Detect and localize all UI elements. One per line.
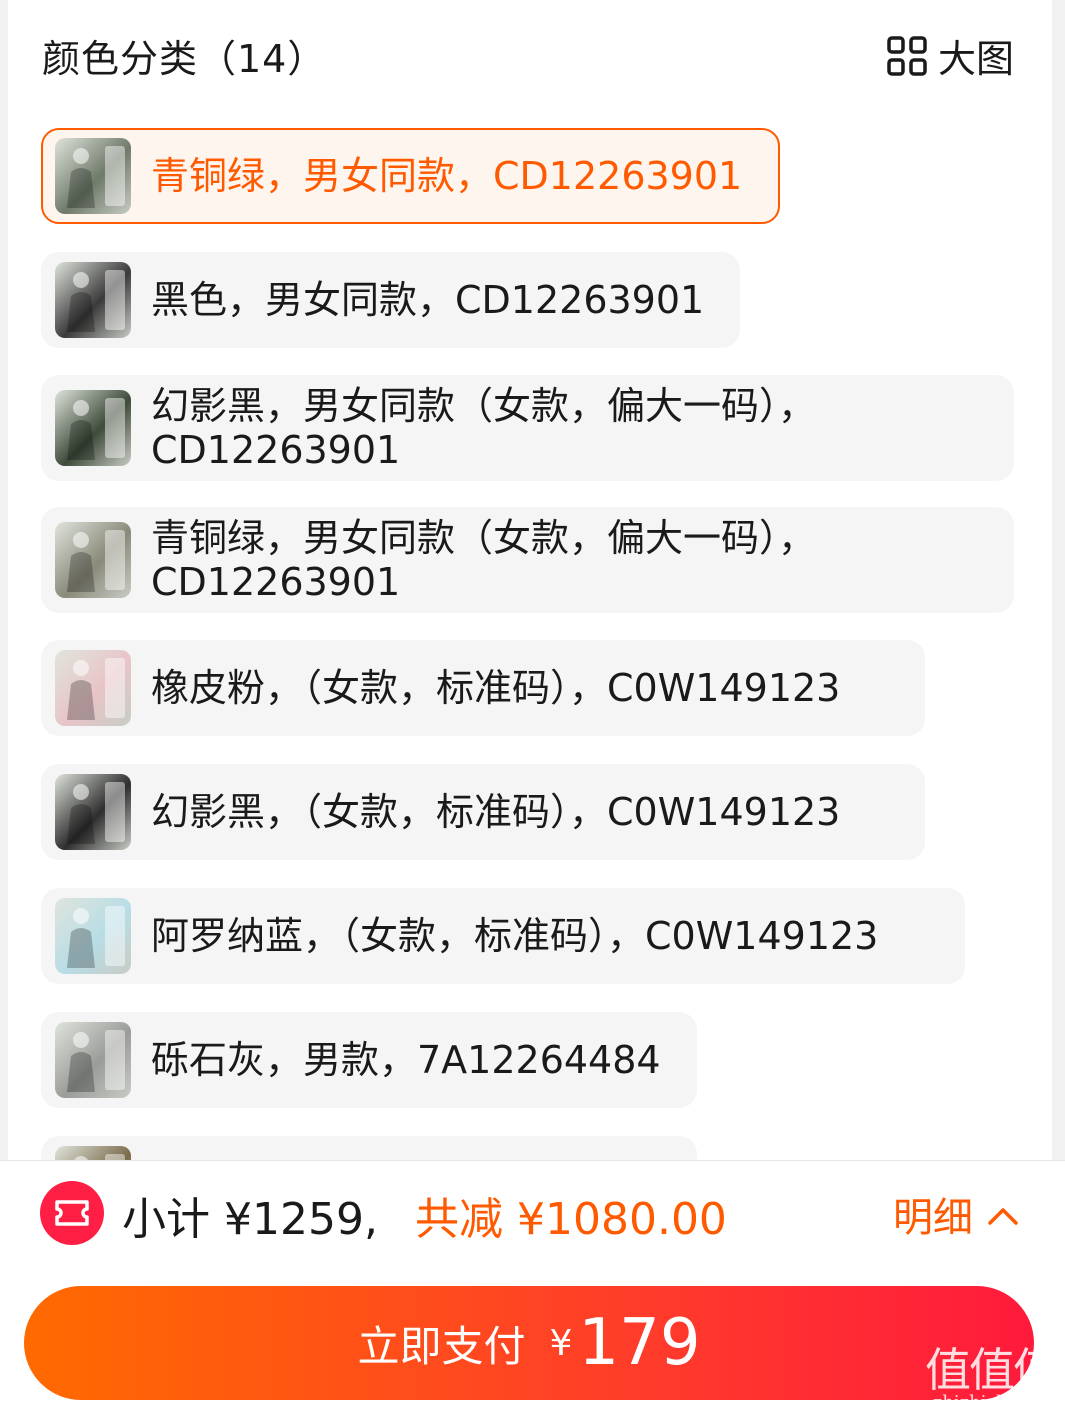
option-label: 幻影黑，（女款，标准码），C0W149123 xyxy=(151,790,841,834)
option-thumbnail xyxy=(55,138,131,214)
option-label: 黑色，男女同款，CD12263901 xyxy=(151,278,705,322)
pay-amount: 179 xyxy=(578,1306,701,1380)
option-thumbnail xyxy=(55,390,131,466)
color-option[interactable]: 幻影黑，男女同款（女款，偏大一码）， CD12263901 xyxy=(41,375,1014,481)
color-option[interactable]: 阿罗纳蓝，（女款，标准码），C0W149123 xyxy=(41,888,965,984)
option-thumbnail xyxy=(55,650,131,726)
grid-icon xyxy=(886,35,928,77)
checkout-footer: 小计 ¥1259, 共减 ¥1080.00 明细 立即支付 ¥ 179 值值值 … xyxy=(0,1160,1065,1419)
discount-text: 共减 ¥1080.00 xyxy=(415,1194,727,1245)
section-title: 颜色分类（14） xyxy=(42,37,327,81)
pay-label: 立即支付 xyxy=(357,1321,526,1371)
color-option[interactable]: 橡皮粉，（女款，标准码），C0W149123 xyxy=(41,640,925,736)
subtotal-text: 小计 ¥1259, xyxy=(122,1194,378,1245)
option-label: 青铜绿，男女同款，CD12263901 xyxy=(151,154,743,198)
color-option[interactable]: 黑色，男女同款，CD12263901 xyxy=(41,252,740,348)
option-label: 砾石灰，男款，7A12264484 xyxy=(151,1038,661,1082)
option-thumbnail xyxy=(55,1022,131,1098)
option-label: 阿罗纳蓝，（女款，标准码），C0W149123 xyxy=(151,914,879,958)
watermark-logo: 值值值 xyxy=(925,1343,1059,1397)
watermark: 值值值 zhizhizhi.com xyxy=(925,1343,1059,1413)
color-option[interactable]: 青铜绿，男女同款，CD12263901 xyxy=(41,128,780,224)
option-thumbnail xyxy=(55,774,131,850)
detail-label: 明细 xyxy=(893,1195,973,1241)
pay-currency: ¥ xyxy=(549,1322,573,1364)
big-image-label: 大图 xyxy=(937,37,1014,81)
pay-now-button[interactable]: 立即支付 ¥ 179 xyxy=(24,1286,1034,1400)
option-thumbnail xyxy=(55,522,131,598)
option-thumbnail xyxy=(55,898,131,974)
option-label: 幻影黑，男女同款（女款，偏大一码）， CD12263901 xyxy=(151,384,817,472)
detail-button[interactable]: 明细 xyxy=(893,1185,1019,1243)
color-option[interactable] xyxy=(41,1136,697,1160)
ticket-icon[interactable] xyxy=(40,1181,104,1245)
big-image-toggle[interactable]: 大图 xyxy=(886,28,1014,83)
color-option[interactable]: 青铜绿，男女同款（女款，偏大一码）， CD12263901 xyxy=(41,507,1014,613)
option-label: 青铜绿，男女同款（女款，偏大一码）， CD12263901 xyxy=(151,516,817,604)
color-option[interactable]: 砾石灰，男款，7A12264484 xyxy=(41,1012,697,1108)
color-category-panel: 颜色分类（14） 大图 青铜绿，男女同款，CD12263901 黑色，男女同款，C… xyxy=(8,0,1052,1160)
chevron-up-icon xyxy=(987,1191,1019,1237)
option-thumbnail xyxy=(55,262,131,338)
color-option[interactable]: 幻影黑，（女款，标准码），C0W149123 xyxy=(41,764,925,860)
option-thumbnail xyxy=(55,1146,131,1160)
watermark-url: zhizhizhi.com xyxy=(932,1392,1057,1413)
option-label: 橡皮粉，（女款，标准码），C0W149123 xyxy=(151,666,841,710)
